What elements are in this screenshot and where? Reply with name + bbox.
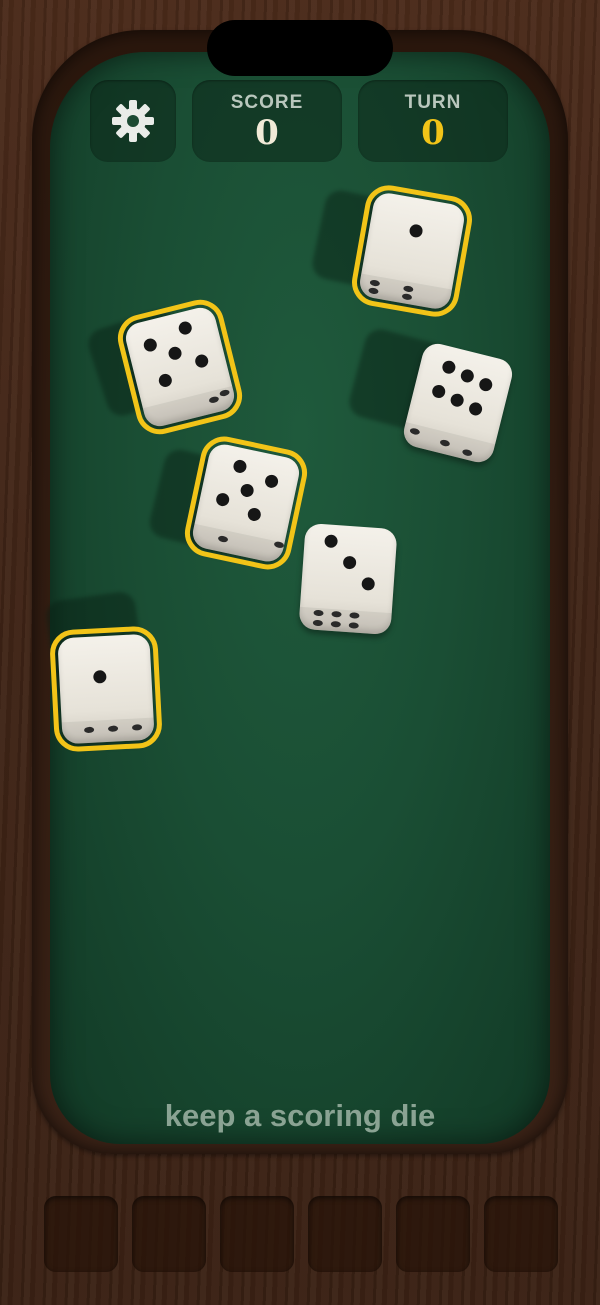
gear-icon bbox=[112, 100, 154, 142]
pip bbox=[142, 337, 159, 353]
held-die-slot-5[interactable] bbox=[396, 1196, 470, 1272]
held-die-slot-1[interactable] bbox=[44, 1196, 118, 1272]
side-pip bbox=[348, 622, 359, 629]
side-pip bbox=[409, 427, 421, 436]
pip bbox=[193, 353, 210, 369]
die-6[interactable] bbox=[48, 625, 164, 753]
turn-panel: TURN 0 bbox=[358, 80, 508, 162]
side-pip bbox=[217, 535, 229, 543]
pip bbox=[167, 345, 183, 362]
pip bbox=[449, 392, 466, 409]
side-pip bbox=[219, 388, 231, 398]
die-face bbox=[57, 634, 153, 725]
pip bbox=[467, 401, 484, 417]
pip bbox=[342, 555, 357, 570]
side-pip bbox=[349, 612, 360, 619]
side-pip bbox=[107, 725, 119, 732]
side-pip bbox=[368, 287, 379, 295]
side-pip bbox=[273, 540, 285, 549]
pip bbox=[263, 473, 280, 490]
instruction-prompt: keep a scoring die bbox=[164, 1098, 436, 1133]
held-die-slot-2[interactable] bbox=[132, 1196, 206, 1272]
score-value: 0 bbox=[255, 113, 279, 153]
pip bbox=[93, 669, 107, 684]
die-1[interactable] bbox=[348, 181, 476, 321]
score-label: SCORE bbox=[230, 92, 304, 113]
side-pip bbox=[369, 279, 381, 287]
pip bbox=[246, 506, 263, 523]
pip bbox=[361, 576, 376, 591]
pip bbox=[232, 458, 248, 475]
held-die-slot-6[interactable] bbox=[484, 1196, 558, 1272]
side-pip bbox=[312, 619, 324, 627]
side-pip bbox=[330, 620, 342, 628]
side-pip bbox=[461, 448, 473, 457]
held-die-slot-3[interactable] bbox=[220, 1196, 294, 1272]
turn-value: 0 bbox=[421, 113, 445, 153]
pip bbox=[430, 383, 447, 400]
pip bbox=[214, 491, 231, 508]
side-pip bbox=[313, 609, 324, 617]
pip bbox=[239, 482, 255, 499]
side-pip bbox=[401, 292, 413, 301]
side-pip bbox=[208, 395, 220, 404]
score-panel: SCORE 0 bbox=[192, 80, 342, 162]
die-5[interactable] bbox=[298, 522, 398, 636]
turn-label: TURN bbox=[404, 92, 462, 113]
side-pip bbox=[402, 285, 414, 293]
held-die-slot-4[interactable] bbox=[308, 1196, 382, 1272]
side-pip bbox=[331, 610, 342, 618]
pip bbox=[157, 372, 174, 389]
pip bbox=[324, 534, 339, 549]
side-pip bbox=[439, 438, 451, 448]
side-pip bbox=[83, 726, 95, 734]
pip bbox=[477, 376, 494, 393]
pip bbox=[459, 368, 476, 384]
camera-notch bbox=[207, 20, 393, 76]
side-pip bbox=[131, 724, 143, 731]
settings-button[interactable] bbox=[90, 80, 176, 162]
die-face bbox=[300, 523, 398, 615]
pip bbox=[177, 320, 194, 336]
pip bbox=[441, 359, 457, 376]
pip bbox=[408, 223, 424, 239]
